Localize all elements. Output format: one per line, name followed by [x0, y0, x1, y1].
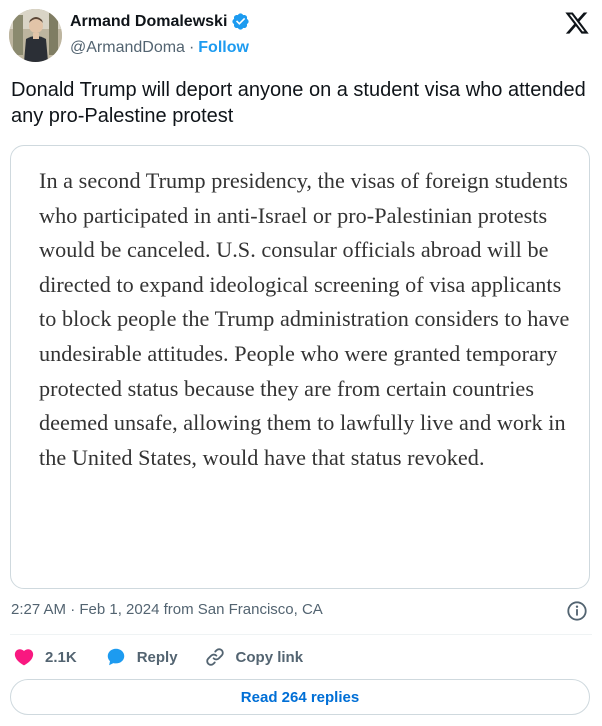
reply-label: Reply — [136, 648, 178, 666]
avatar-image — [9, 9, 62, 62]
separator: · — [188, 39, 195, 56]
divider — [10, 634, 592, 635]
verified-badge-icon[interactable] — [231, 12, 250, 31]
like-button[interactable]: 2.1K — [13, 646, 77, 668]
reply-bubble-icon — [107, 648, 124, 666]
follow-button[interactable]: Follow — [198, 39, 249, 57]
action-bar: 2.1K Reply Copy link — [13, 645, 329, 669]
read-replies-button[interactable]: Read 264 replies — [10, 679, 590, 715]
x-logo-icon[interactable] — [564, 10, 590, 36]
media-card[interactable]: In a second Trump presidency, the visas … — [10, 145, 590, 589]
media-text: In a second Trump presidency, the visas … — [39, 168, 570, 470]
link-icon — [205, 648, 224, 666]
reply-button[interactable]: Reply — [105, 646, 178, 668]
timestamp: 2:27 AM · Feb 1, 2024 from San Francisco… — [11, 601, 323, 618]
heart-icon — [14, 649, 34, 666]
copy-link-label: Copy link — [235, 648, 304, 666]
copy-link-button[interactable]: Copy link — [204, 646, 304, 668]
timestamp-link[interactable]: 2:27 AM · Feb 1, 2024 from San Francisco… — [11, 601, 323, 618]
display-name[interactable]: Armand Domalewski — [70, 13, 227, 31]
like-count: 2.1K — [45, 648, 77, 666]
info-icon[interactable] — [566, 600, 588, 622]
avatar[interactable] — [9, 9, 62, 62]
tweet-text: Donald Trump will deport anyone on a stu… — [11, 79, 586, 127]
handle[interactable]: @ArmandDoma — [70, 39, 185, 57]
